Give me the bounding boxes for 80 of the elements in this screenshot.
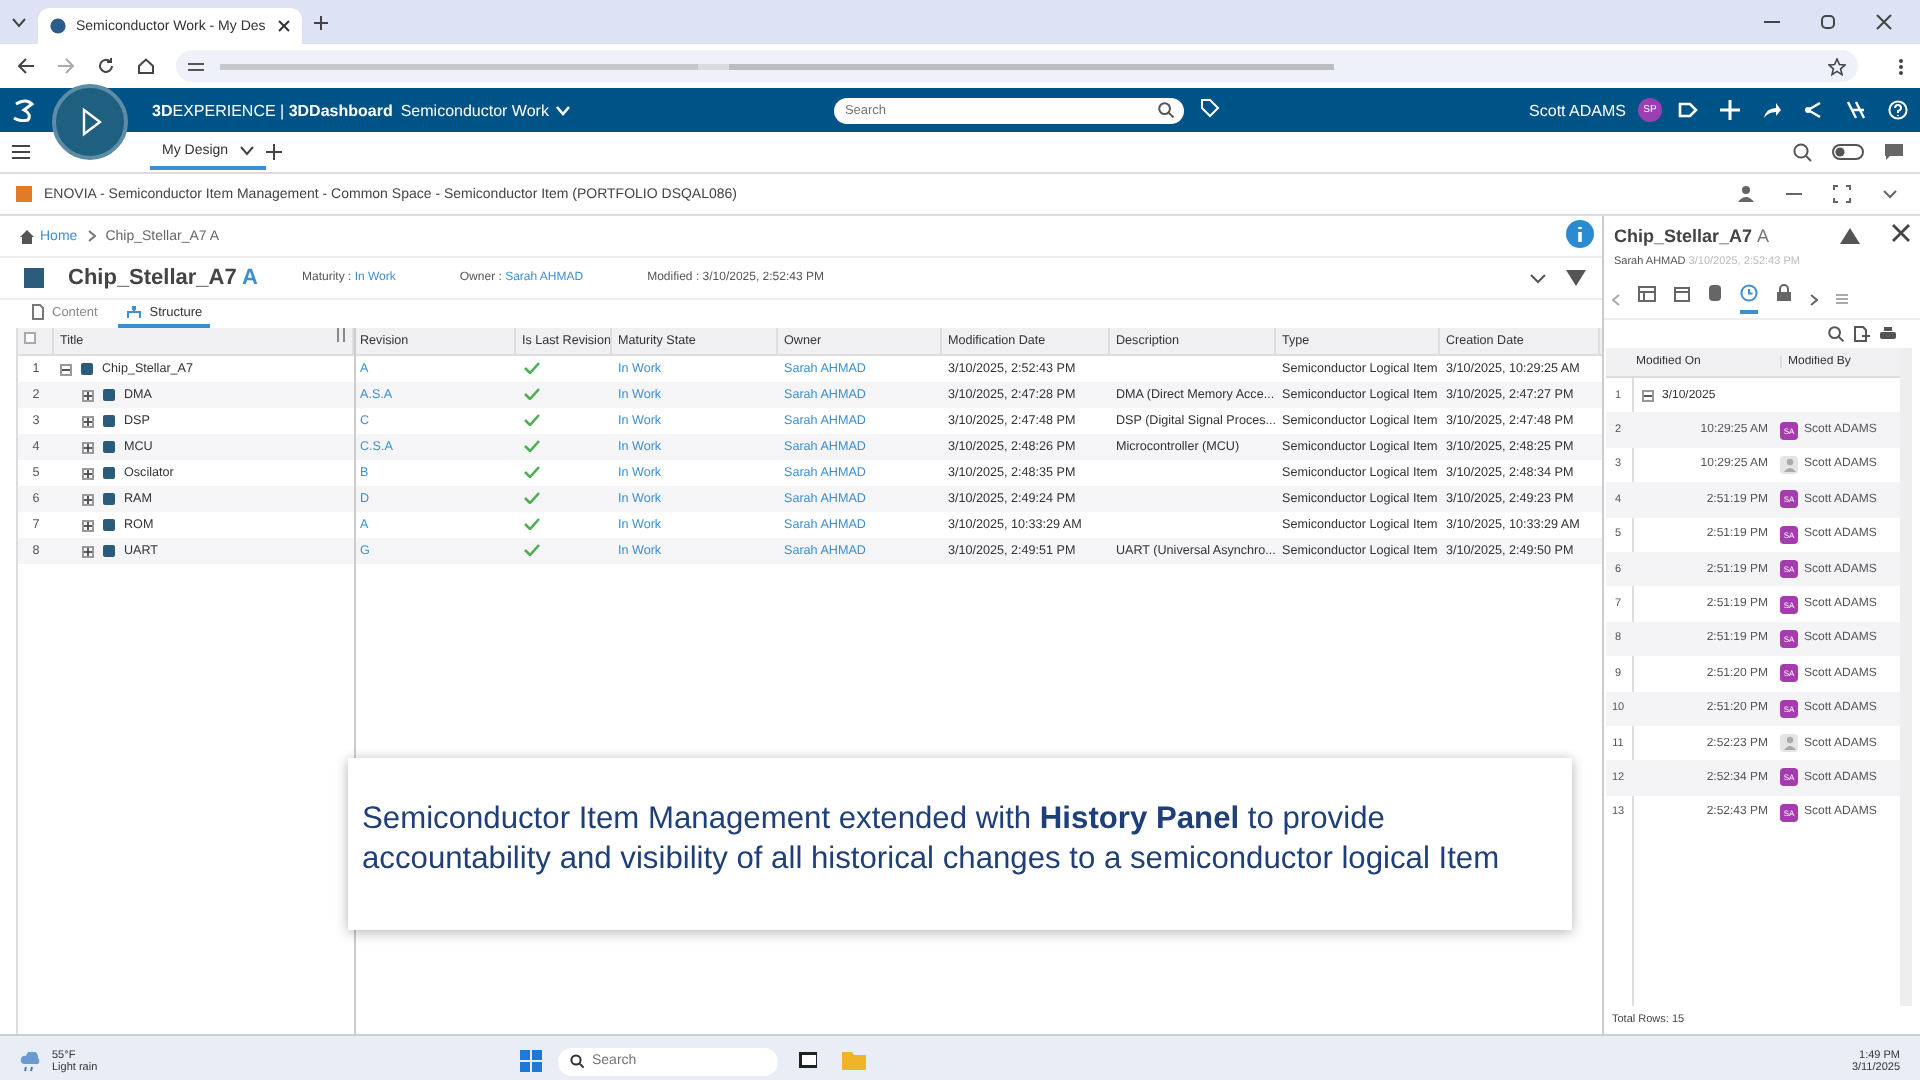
chat-icon[interactable] <box>1884 142 1904 162</box>
document-icon <box>32 304 44 320</box>
toggle-icon[interactable] <box>1832 142 1864 162</box>
plus-icon <box>84 469 92 477</box>
expand-button[interactable] <box>82 519 94 531</box>
globe-icon <box>50 18 66 34</box>
plus-icon <box>84 417 92 425</box>
home-icon <box>20 229 34 243</box>
user-name[interactable]: Scott ADAMS <box>1529 101 1626 119</box>
plus-icon <box>84 547 92 555</box>
brand-name: 3DEXPERIENCE | 3DDashboard <box>152 101 393 119</box>
collapse-button[interactable] <box>1642 389 1654 402</box>
reload-icon[interactable] <box>96 56 116 76</box>
caption-text: Semiconductor Item Management extended with History Panel to provide accountability and visibility of all historical changes to a semiconductor logical Item <box>348 758 1572 930</box>
sort-icon <box>336 328 346 342</box>
expand-button[interactable] <box>82 467 94 479</box>
collapse-button[interactable] <box>60 363 72 375</box>
collapse-icon[interactable] <box>1840 227 1860 243</box>
cloud-rain-icon <box>20 1051 44 1071</box>
logo-icon <box>12 98 40 122</box>
search-icon[interactable] <box>1792 142 1812 162</box>
chevron-down-icon[interactable] <box>12 17 26 27</box>
item-title: Chip_Stellar_A7 A <box>68 266 258 290</box>
chevron-down-icon <box>240 145 255 155</box>
plus-icon <box>84 443 92 451</box>
compass-icon[interactable] <box>52 84 128 160</box>
chip-icon <box>24 268 44 288</box>
dashboard-menu[interactable]: Semiconductor Work <box>400 101 549 119</box>
menu-icon[interactable] <box>12 144 30 160</box>
plus-icon <box>84 391 92 399</box>
filter-icon[interactable] <box>1566 270 1586 286</box>
fullscreen-icon[interactable] <box>1832 184 1852 204</box>
structure-icon <box>125 306 142 320</box>
chevron-down-icon[interactable] <box>1880 184 1900 204</box>
calendar-icon[interactable] <box>1674 285 1690 301</box>
minus-icon <box>1644 391 1652 400</box>
close-icon[interactable] <box>1876 14 1892 30</box>
home-icon[interactable] <box>136 56 156 76</box>
search-icon <box>1158 102 1175 118</box>
lock-icon[interactable] <box>1776 284 1792 302</box>
select-all-checkbox[interactable] <box>24 332 36 344</box>
share-icon[interactable] <box>1762 100 1782 120</box>
expand-button[interactable] <box>82 389 94 401</box>
expand-button[interactable] <box>82 493 94 505</box>
close-icon[interactable] <box>1892 224 1910 242</box>
tag-icon[interactable] <box>1678 100 1698 120</box>
user-avatar-icon <box>1780 734 1798 753</box>
back-icon[interactable] <box>16 56 36 76</box>
minus-icon <box>62 365 70 373</box>
chevron-right-icon[interactable] <box>1810 293 1818 305</box>
network-icon[interactable] <box>1804 100 1824 120</box>
user-share-icon[interactable] <box>1736 184 1756 204</box>
plus-icon[interactable] <box>314 15 328 29</box>
chevron-down-icon[interactable] <box>1530 273 1546 283</box>
site-settings-icon <box>188 59 204 73</box>
clock-icon[interactable] <box>1740 284 1758 302</box>
print-icon[interactable] <box>1880 326 1896 342</box>
help-icon[interactable] <box>1888 100 1908 120</box>
export-icon[interactable] <box>1854 326 1870 342</box>
expand-button[interactable] <box>82 441 94 453</box>
plus-icon <box>84 495 92 503</box>
info-icon[interactable] <box>1566 220 1594 248</box>
table-icon[interactable] <box>1638 285 1656 301</box>
app-icon <box>16 186 32 202</box>
more-icon[interactable] <box>1898 57 1904 75</box>
tag-icon[interactable] <box>1200 98 1221 118</box>
windows-icon[interactable] <box>520 1050 542 1072</box>
expand-button[interactable] <box>82 415 94 427</box>
plus-icon <box>84 521 92 529</box>
star-icon[interactable] <box>1828 57 1846 75</box>
expand-button[interactable] <box>82 545 94 557</box>
search-icon[interactable] <box>1828 326 1844 342</box>
add-icon[interactable] <box>266 144 283 160</box>
user-avatar-icon <box>1780 455 1798 474</box>
task-view-icon[interactable] <box>798 1049 818 1069</box>
chevron-right-icon <box>87 230 96 242</box>
restore-icon[interactable] <box>1820 14 1836 30</box>
panel-title: Chip_Stellar_A7 A <box>1614 225 1772 245</box>
close-icon[interactable] <box>278 20 290 32</box>
search-icon <box>570 1054 584 1068</box>
